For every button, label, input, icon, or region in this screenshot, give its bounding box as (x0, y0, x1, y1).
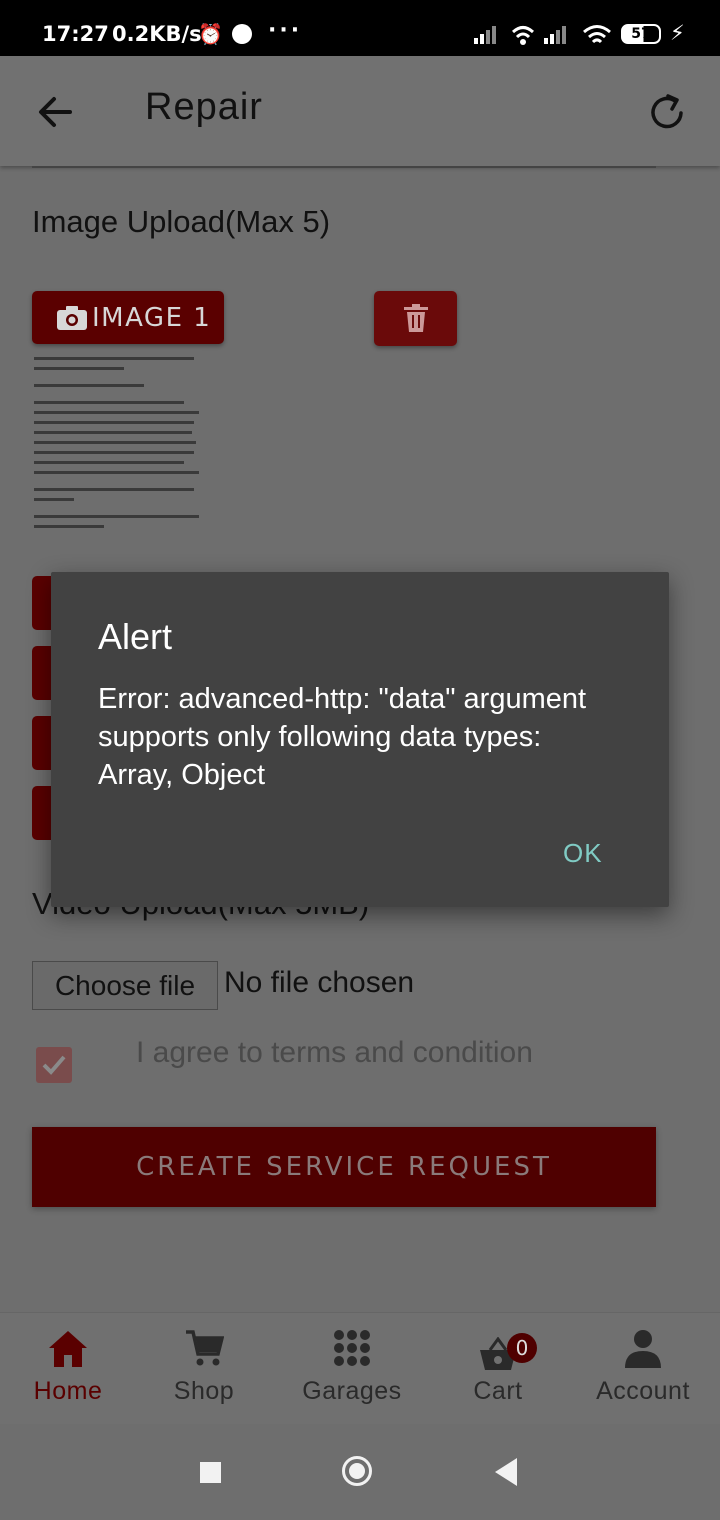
notification-app-icon (232, 24, 252, 44)
dialog-title: Alert (98, 616, 173, 657)
image-upload-title: Image Upload(Max 5) (32, 204, 331, 239)
nav-cart[interactable]: 0 Cart (428, 1313, 568, 1425)
status-time: 17:27 (42, 22, 109, 46)
choose-file-button[interactable]: Choose file (32, 961, 218, 1010)
trash-icon (404, 304, 428, 332)
checkmark-icon (42, 1055, 66, 1075)
camera-icon (57, 306, 87, 330)
terms-checkbox[interactable] (36, 1047, 72, 1083)
nav-home-label: Home (33, 1377, 103, 1405)
wifi-icon (583, 25, 611, 44)
nav-shop-label: Shop (173, 1377, 235, 1405)
status-bar: 17:27 0.2KB/s ⏰ ··· 57 ⚡ (0, 0, 720, 56)
grid-icon (334, 1330, 370, 1366)
signal-icon-2 (544, 26, 566, 44)
page-title: Repair (145, 86, 263, 128)
terms-label[interactable]: I agree to terms and condition (136, 1036, 533, 1070)
refresh-icon[interactable] (644, 90, 690, 136)
home-button-icon[interactable] (342, 1456, 372, 1486)
create-service-request-button[interactable]: CREATE SERVICE REQUEST (32, 1127, 656, 1207)
app-bar: Repair (0, 56, 720, 166)
image-upload-button[interactable]: IMAGE 1 (32, 291, 224, 344)
nav-home[interactable]: Home (0, 1313, 138, 1425)
charging-icon: ⚡ (670, 21, 685, 45)
nav-garages[interactable]: Garages (282, 1313, 422, 1425)
image-upload-label: IMAGE 1 (92, 303, 212, 333)
status-net-speed: 0.2KB/s (112, 22, 202, 46)
delete-image-button[interactable] (374, 291, 457, 346)
cart-icon (186, 1330, 224, 1366)
home-icon (49, 1331, 87, 1367)
nav-account-label: Account (596, 1377, 690, 1405)
more-notifications-icon: ··· (268, 18, 303, 43)
dialog-message: Error: advanced-http: "data" argument su… (98, 683, 587, 791)
person-icon (625, 1330, 661, 1368)
system-back-icon[interactable] (495, 1458, 517, 1486)
alarm-icon: ⏰ (198, 22, 223, 46)
battery-icon: 57 (621, 24, 661, 44)
nav-account[interactable]: Account (573, 1313, 713, 1425)
system-navigation-bar (0, 1424, 720, 1520)
dialog-ok-button[interactable]: OK (549, 834, 617, 873)
signal-icon (474, 26, 496, 44)
bottom-navigation: Home Shop Garages 0 Cart Account (0, 1312, 720, 1425)
cart-count-badge: 0 (507, 1333, 537, 1363)
nav-shop[interactable]: Shop (134, 1313, 274, 1425)
section-divider (32, 166, 656, 168)
file-status-text: No file chosen (224, 966, 415, 999)
back-arrow-icon[interactable] (34, 90, 78, 134)
hotspot-icon (511, 26, 535, 45)
nav-garages-label: Garages (302, 1377, 402, 1405)
uploaded-image-thumbnail[interactable] (32, 350, 202, 555)
alert-dialog: Alert Error: advanced-http: "data" argum… (51, 572, 669, 907)
nav-cart-label: Cart (473, 1377, 523, 1405)
recent-apps-icon[interactable] (200, 1462, 221, 1483)
